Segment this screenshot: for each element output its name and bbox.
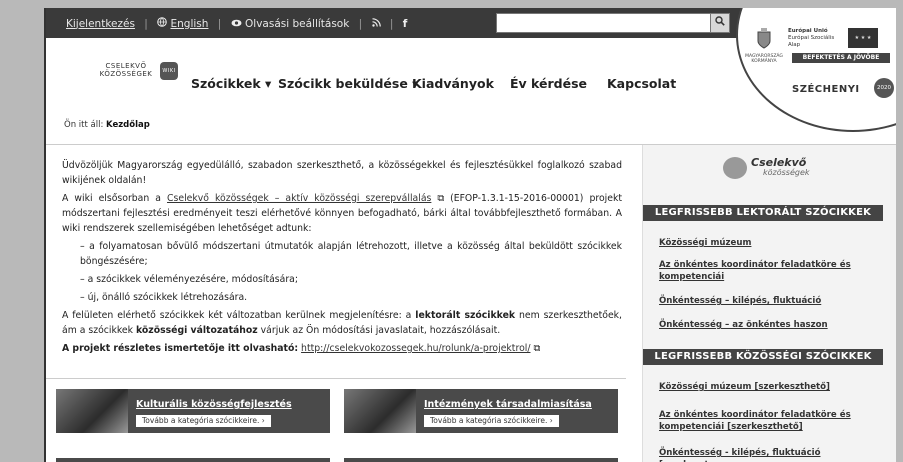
separator: | bbox=[389, 17, 394, 30]
nav-szocikkek[interactable]: Szócikkek ▾ bbox=[191, 76, 271, 91]
category-card[interactable]: Intézmények társadalmiasítása Tovább a k… bbox=[344, 389, 618, 433]
list-item: – a folyamatosan bővülő módszertani útmu… bbox=[80, 241, 622, 267]
reviewed-article-link[interactable]: Az önkéntes koordinátor feladatköre és k… bbox=[659, 259, 874, 283]
versions-paragraph: A felületen elérhető szócikkek két válto… bbox=[62, 308, 622, 338]
category-title[interactable]: Intézmények társadalmiasítása bbox=[424, 399, 592, 410]
separator: | bbox=[217, 17, 222, 30]
project-details-paragraph: A projekt részletes ismertetője itt olva… bbox=[62, 341, 622, 356]
community-articles-heading: LEGFRISSEBB KÖZÖSSÉGI SZÓCIKKEK bbox=[643, 349, 883, 365]
list-item: – a szócikkek véleményezésére, módosítás… bbox=[80, 274, 298, 285]
logout-link[interactable]: Kijelentkezés bbox=[66, 18, 135, 30]
rss-icon[interactable] bbox=[371, 17, 381, 30]
breadcrumb: Ön itt áll: Kezdőlap bbox=[64, 120, 150, 130]
text: lektorált szócikkek bbox=[415, 310, 516, 321]
main-nav: CSELEKVŐ KÖZÖSSÉGEK WIKI Szócikkek ▾ Szó… bbox=[46, 50, 896, 110]
category-button[interactable]: Tovább a kategória szócikkeire. › bbox=[424, 415, 559, 427]
wiki-purpose-paragraph: A wiki elsősorban a Cselekvő közösségek … bbox=[62, 191, 622, 236]
text: A wiki elsősorban a bbox=[62, 193, 168, 204]
text: várjuk az Ön módosítási javaslatait, hoz… bbox=[257, 325, 501, 336]
reviewed-article-link[interactable]: Közösségi múzeum bbox=[659, 237, 874, 249]
list-item: – új, önálló szócikkek létrehozására. bbox=[80, 292, 248, 303]
external-link-icon: ⧉ bbox=[530, 343, 541, 354]
text: A projekt részletes ismertetője itt olva… bbox=[62, 343, 299, 354]
reviewed-article-link[interactable]: Önkéntesség – az önkéntes haszon bbox=[659, 319, 874, 331]
search-input[interactable] bbox=[496, 13, 718, 33]
breadcrumb-current: Kezdőlap bbox=[106, 120, 150, 130]
nav-szocikk-bekuldese[interactable]: Szócikk beküldése ▾ bbox=[278, 76, 418, 91]
category-card[interactable] bbox=[56, 458, 330, 462]
sidebar-logo: Cselekvő közösségek bbox=[723, 155, 843, 181]
facebook-icon[interactable]: f bbox=[403, 18, 408, 30]
reviewed-article-link[interactable]: Önkéntesség – kilépés, fluktuáció bbox=[659, 295, 874, 307]
eu-flag-icon: ★ ★ ★ bbox=[848, 28, 878, 48]
category-card[interactable]: Kulturális közösségfejlesztés Tovább a k… bbox=[56, 389, 330, 433]
community-article-link[interactable]: Az önkéntes koordinátor feladatköre és k… bbox=[659, 409, 874, 433]
project-details-link[interactable]: http://cselekvokozossegek.hu/rolunk/a-pr… bbox=[301, 343, 530, 354]
main-content: Üdvözöljük Magyarország egyedülálló, sza… bbox=[62, 158, 622, 359]
browser-page: Kijelentkezés | English | Olvasási beáll… bbox=[44, 8, 896, 462]
nav-kiadvanyok[interactable]: Kiadványok bbox=[412, 76, 494, 91]
globe-icon bbox=[157, 17, 167, 30]
category-image bbox=[56, 389, 128, 433]
separator: | bbox=[144, 17, 148, 30]
category-card[interactable] bbox=[344, 458, 618, 462]
eu-line2: Európai Szociális bbox=[788, 35, 835, 41]
search-button[interactable] bbox=[710, 13, 730, 33]
community-logo-icon bbox=[723, 157, 747, 179]
community-article-link[interactable]: Közösségi múzeum [szerkeszthető] bbox=[659, 381, 874, 393]
eu-line3: Alap bbox=[788, 42, 801, 48]
site-logo[interactable]: CSELEKVŐ KÖZÖSSÉGEK WIKI bbox=[86, 62, 178, 80]
intro-paragraph: Üdvözöljük Magyarország egyedülálló, sza… bbox=[62, 160, 622, 186]
category-button[interactable]: Tovább a kategória szócikkeire. › bbox=[136, 415, 271, 427]
sidebar: Cselekvő közösségek LEGFRISSEBB LEKTORÁL… bbox=[642, 145, 896, 462]
category-title[interactable]: Kulturális közösségfejlesztés bbox=[136, 399, 292, 410]
search-icon bbox=[715, 16, 725, 26]
reviewed-articles-heading: LEGFRISSEBB LEKTORÁLT SZÓCIKKEK bbox=[643, 205, 883, 221]
logo-line2: KÖZÖSSÉGEK bbox=[99, 70, 153, 78]
nav-kapcsolat[interactable]: Kapcsolat bbox=[607, 76, 676, 91]
text: közösségi változatához bbox=[135, 325, 258, 336]
community-article-link[interactable]: Önkéntesség - kilépés, fluktuáció [szerk… bbox=[659, 447, 874, 462]
eye-icon bbox=[231, 18, 242, 30]
english-link[interactable]: English bbox=[171, 18, 209, 30]
coat-of-arms-icon bbox=[757, 28, 771, 49]
wiki-badge-icon: WIKI bbox=[160, 62, 178, 80]
sidebar-logo-subtext: közösségek bbox=[763, 168, 810, 177]
top-links: Kijelentkezés | English | Olvasási beáll… bbox=[66, 17, 407, 30]
nav-ev-kerdese[interactable]: Év kérdése bbox=[510, 76, 587, 91]
project-link[interactable]: Cselekvő közösségek – aktív közösségi sz… bbox=[167, 193, 431, 204]
reading-settings-link[interactable]: Olvasási beállítások bbox=[245, 18, 349, 30]
external-link-icon: ⧉ bbox=[431, 193, 445, 204]
eu-line1: Európai Unió bbox=[788, 28, 828, 34]
text: A felületen elérhető szócikkek két válto… bbox=[62, 310, 416, 321]
divider bbox=[46, 378, 626, 379]
logo-line1: CSELEKVŐ bbox=[105, 62, 147, 70]
category-image bbox=[344, 389, 416, 433]
breadcrumb-prefix: Ön itt áll: bbox=[64, 120, 104, 130]
separator: | bbox=[358, 17, 363, 30]
